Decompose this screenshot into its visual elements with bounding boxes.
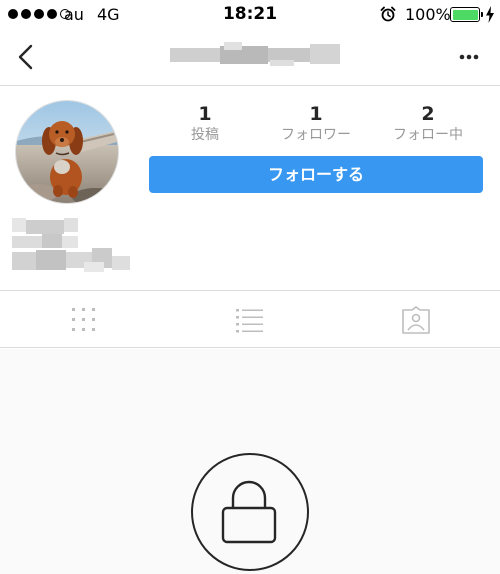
back-button[interactable] <box>10 40 44 74</box>
charging-bolt-icon <box>486 6 494 23</box>
posts-count: 1 <box>198 103 212 125</box>
profile-tab-bar <box>0 290 500 348</box>
profile-screen: au 4G 18:21 100% 1 投稿 1 フォロワー 2 フォロー中 フォ… <box>0 0 500 574</box>
bio-pixelated <box>12 218 132 274</box>
more-options-button[interactable] <box>452 45 486 69</box>
stat-posts: 1 投稿 <box>150 102 260 144</box>
followers-label: フォロワー <box>281 127 351 143</box>
posts-label: 投稿 <box>191 127 219 143</box>
navigation-bar <box>0 30 500 86</box>
follow-button[interactable]: フォローする <box>149 156 483 193</box>
following-label: フォロー中 <box>393 127 463 143</box>
username-title-pixelated <box>170 42 340 70</box>
stat-followers[interactable]: 1 フォロワー <box>261 102 371 144</box>
lock-icon <box>221 480 277 544</box>
list-icon[interactable] <box>235 306 265 334</box>
status-bar: au 4G 18:21 100% <box>0 0 500 30</box>
following-count: 2 <box>421 103 435 125</box>
profile-avatar[interactable] <box>15 100 119 204</box>
tagged-photos-icon[interactable] <box>401 306 431 334</box>
avatar-dog-image <box>16 101 118 203</box>
grid-icon[interactable] <box>69 306 99 334</box>
stat-following[interactable]: 2 フォロー中 <box>373 102 483 144</box>
followers-count: 1 <box>309 103 323 125</box>
battery-percentage: 100% <box>405 5 451 24</box>
battery-icon <box>450 7 483 22</box>
alarm-clock-icon <box>380 6 396 22</box>
